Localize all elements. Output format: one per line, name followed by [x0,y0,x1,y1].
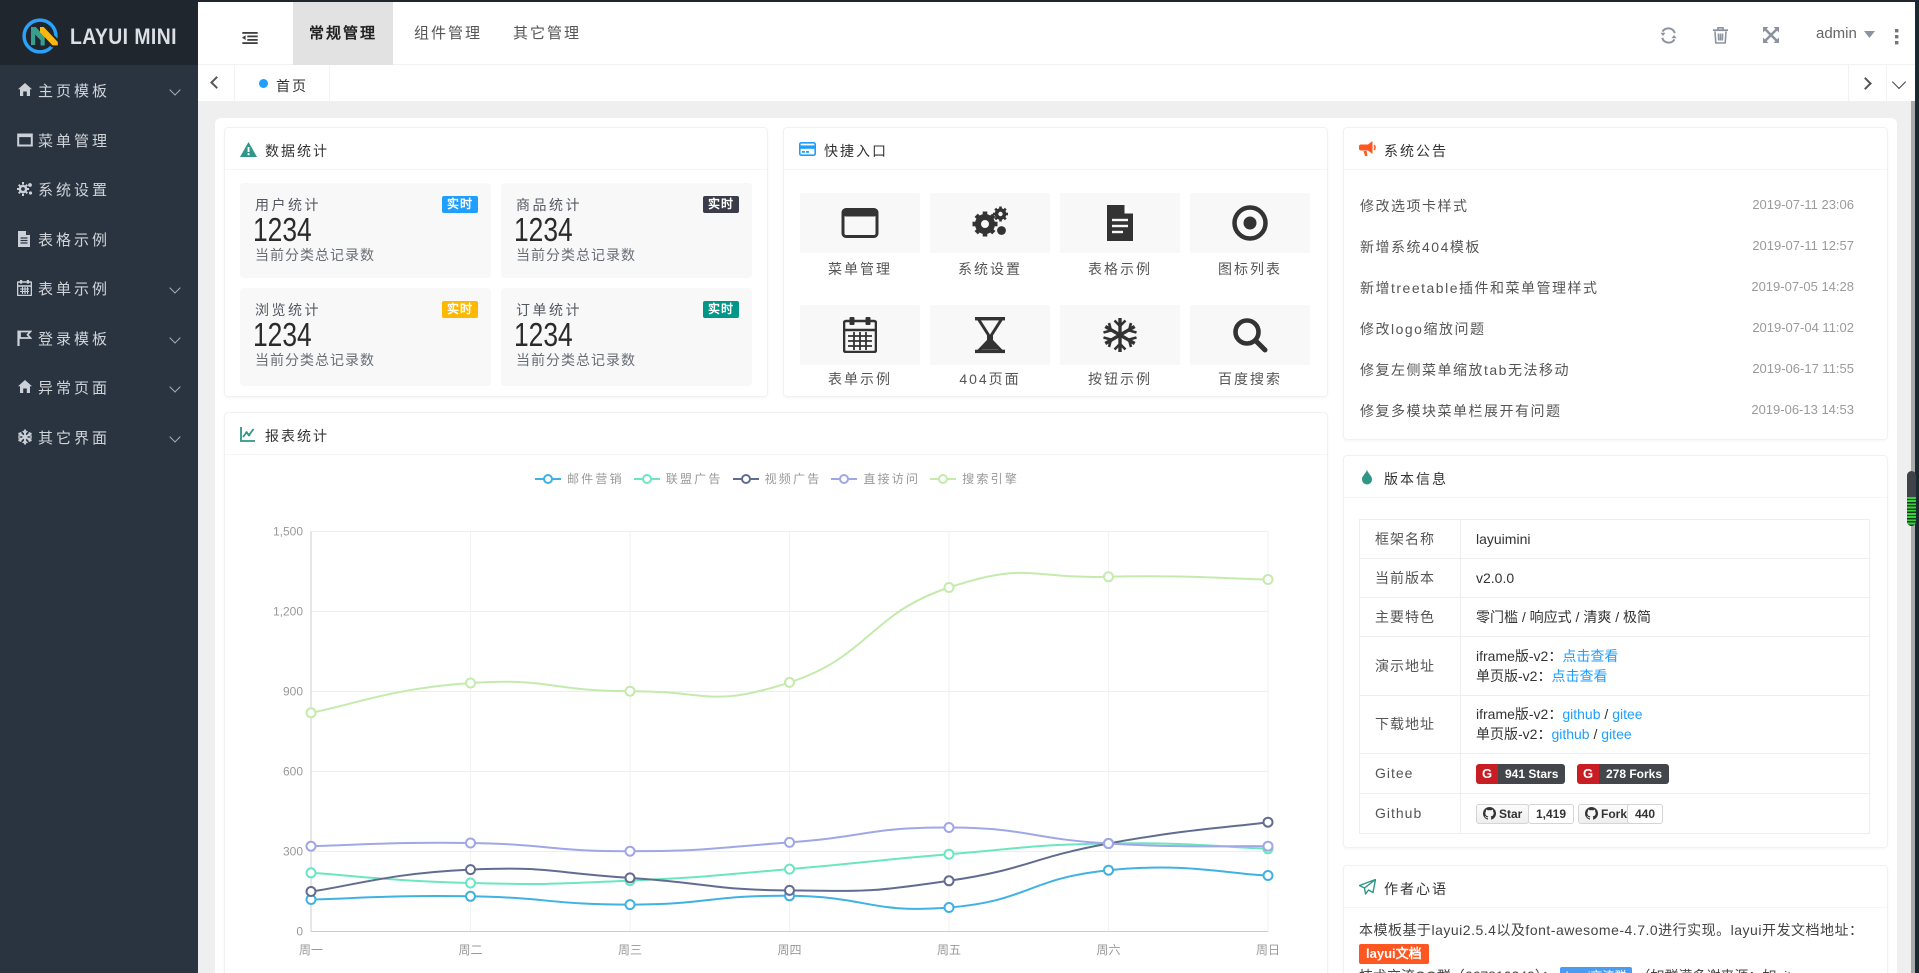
svg-text:0: 0 [296,925,303,939]
svg-text:周一: 周一 [299,943,323,957]
svg-text:周日: 周日 [1256,943,1280,957]
svg-text:周五: 周五 [937,943,961,957]
svg-text:周二: 周二 [458,943,482,957]
svg-text:900: 900 [283,685,303,699]
svg-text:1,200: 1,200 [273,605,303,619]
svg-text:300: 300 [283,845,303,859]
svg-text:600: 600 [283,765,303,779]
svg-text:周三: 周三 [618,943,642,957]
svg-text:周四: 周四 [777,943,801,957]
svg-text:周六: 周六 [1096,943,1120,957]
svg-text:1,500: 1,500 [273,525,303,539]
